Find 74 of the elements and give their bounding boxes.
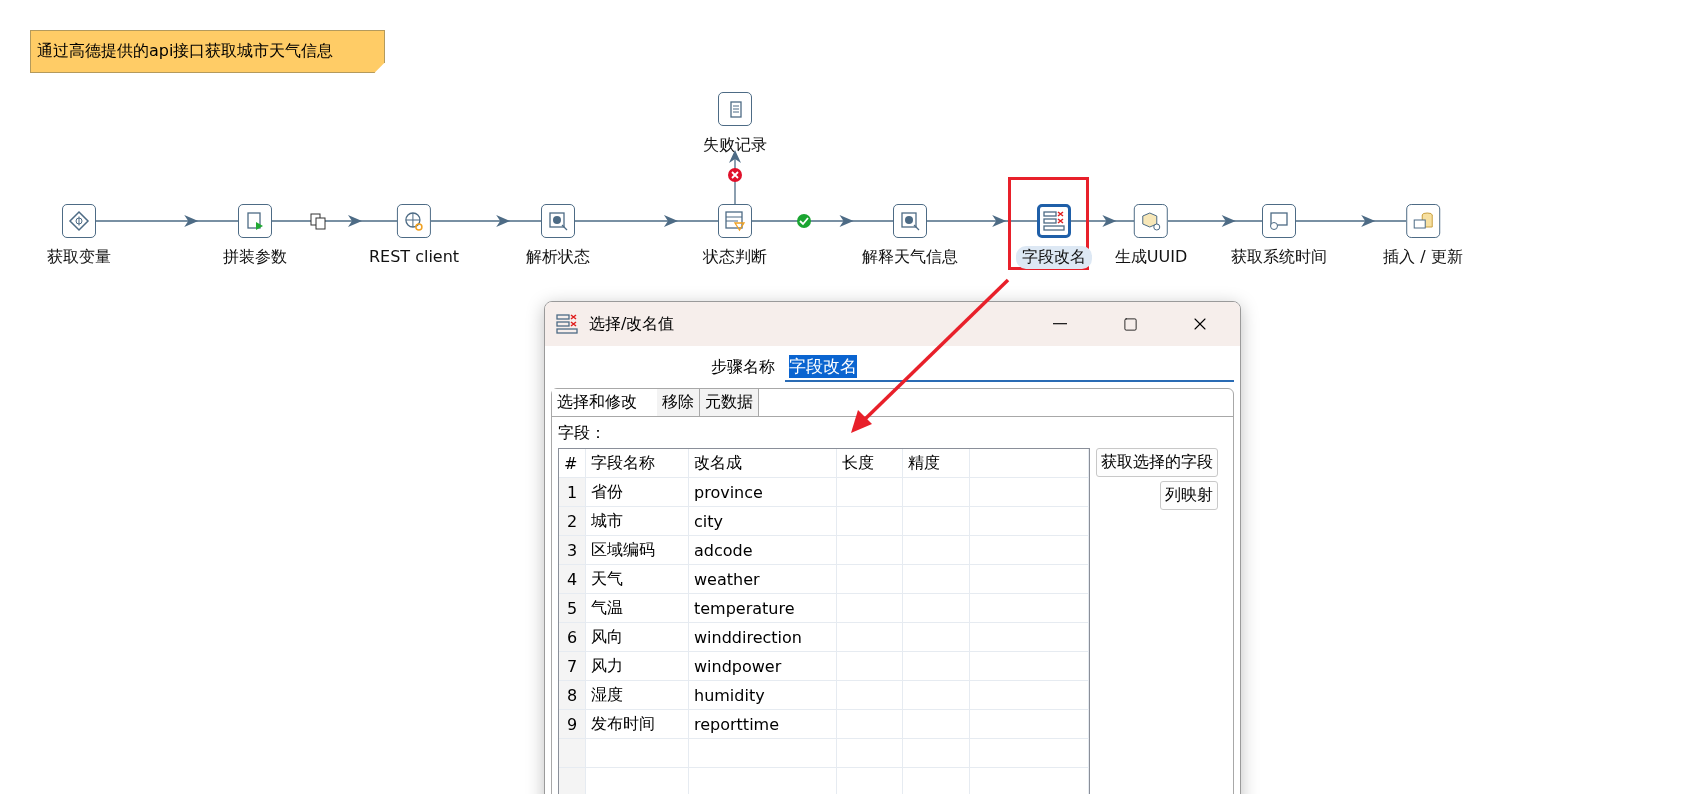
tab[interactable]: 移除: [657, 389, 700, 416]
step-node[interactable]: [1134, 204, 1168, 238]
column-header: 字段名称: [586, 449, 689, 477]
maximize-icon: [1122, 316, 1138, 332]
check-icon: [797, 214, 811, 228]
tab[interactable]: 元数据: [700, 389, 759, 416]
table-cell: 城市: [586, 507, 689, 535]
field-list-icon: [1042, 209, 1066, 233]
column-header: 长度: [837, 449, 903, 477]
field-label: 步骤名称: [711, 356, 775, 378]
step-node[interactable]: [238, 204, 272, 238]
step-node[interactable]: [397, 204, 431, 238]
step-label: 获取系统时间: [1230, 246, 1328, 268]
table-cell: 气温: [586, 594, 689, 622]
table-cell: 区域编码: [586, 536, 689, 564]
step-label: 解释天气信息: [861, 246, 959, 268]
step-label: 拼装参数: [222, 246, 288, 268]
row-number: 3: [559, 536, 586, 564]
step-node[interactable]: [718, 92, 752, 126]
row-number: 6: [559, 623, 586, 651]
step-node[interactable]: [62, 204, 96, 238]
window-title: 选择/改名值: [589, 313, 676, 335]
row-number: 8: [559, 681, 586, 709]
input-field[interactable]: 字段改名: [785, 352, 1234, 382]
table-cell: adcode: [689, 536, 837, 564]
step-node[interactable]: [541, 204, 575, 238]
column-header: 精度: [903, 449, 970, 477]
table-cell: temperature: [689, 594, 837, 622]
step-label: 插入 / 更新: [1382, 246, 1464, 268]
table-cell: 风力: [586, 652, 689, 680]
table-cell: 天气: [586, 565, 689, 593]
step-node[interactable]: [1037, 204, 1071, 238]
field-list-icon: [555, 312, 579, 336]
step-node[interactable]: [718, 204, 752, 238]
table-cell: 湿度: [586, 681, 689, 709]
step-node[interactable]: [1406, 204, 1440, 238]
table-cell: weather: [689, 565, 837, 593]
step-label: 失败记录: [702, 134, 768, 156]
column-header: 改名成: [689, 449, 837, 477]
table-cell: reporttime: [689, 710, 837, 738]
row-number: 7: [559, 652, 586, 680]
row-number: 1: [559, 478, 586, 506]
step-node[interactable]: [1262, 204, 1296, 238]
table-cell: winddirection: [689, 623, 837, 651]
action-button[interactable]: 列映射: [1160, 481, 1218, 510]
filter-table-icon: [724, 210, 746, 232]
table-cell: 风向: [586, 623, 689, 651]
table-cell: 发布时间: [586, 710, 689, 738]
minimize-icon: [1053, 323, 1067, 325]
row-number: 9: [559, 710, 586, 738]
table-cell: province: [689, 478, 837, 506]
step-node[interactable]: [893, 204, 927, 238]
window-info-icon: [1268, 210, 1290, 232]
table-cell: humidity: [689, 681, 837, 709]
step-label: 字段改名: [1016, 246, 1092, 269]
action-button[interactable]: 获取选择的字段: [1096, 448, 1218, 477]
section-label: 字段：: [558, 423, 607, 444]
step-label: 生成UUID: [1113, 246, 1189, 268]
row-number: 4: [559, 565, 586, 593]
hop-arrow: [1070, 215, 1135, 227]
table-cell: 省份: [586, 478, 689, 506]
error-icon: [728, 168, 742, 182]
table-cell: windpower: [689, 652, 837, 680]
sticky-note: 通过高德提供的api接口获取城市天气信息: [30, 30, 385, 73]
row-number: 2: [559, 507, 586, 535]
table-cell: city: [689, 507, 837, 535]
row-number: 5: [559, 594, 586, 622]
globe-link-icon: [403, 210, 425, 232]
column-header: #: [559, 449, 586, 477]
copy-icon: [310, 213, 326, 230]
step-label: 状态判断: [702, 246, 768, 268]
step-label: 获取变量: [46, 246, 112, 268]
step-label: 解析状态: [525, 246, 591, 268]
step-label: REST client: [367, 246, 461, 267]
